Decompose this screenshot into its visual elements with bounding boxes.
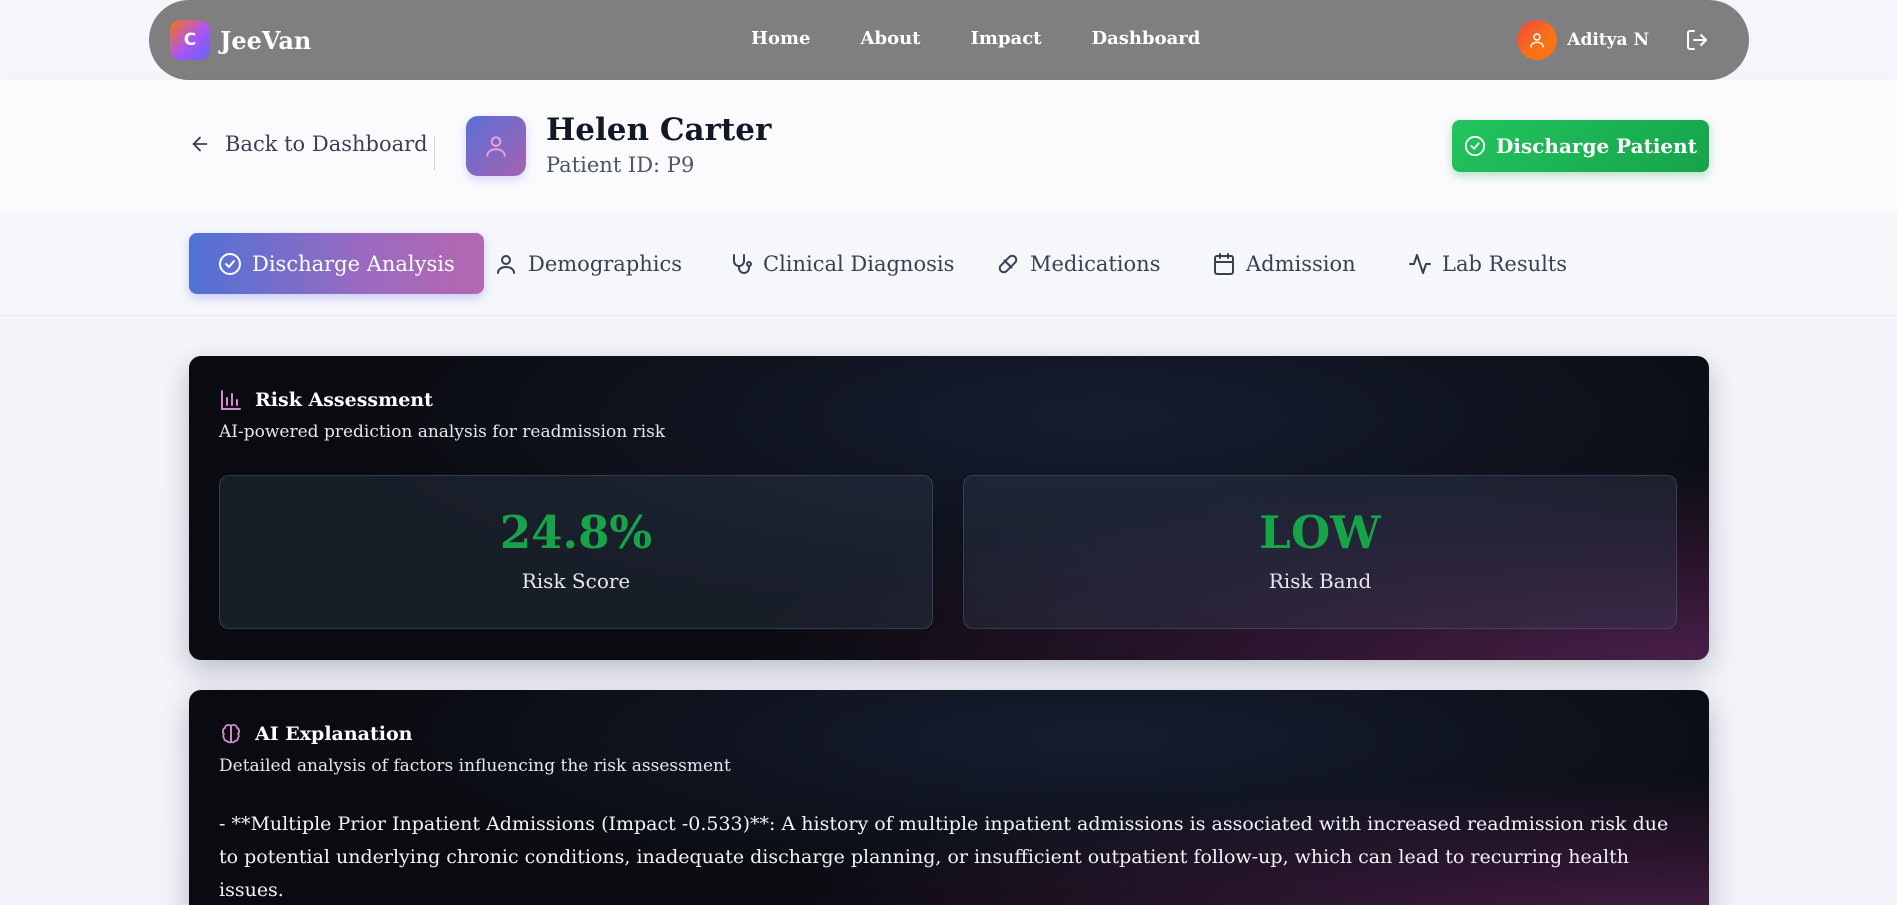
tabs-bar: Discharge Analysis Demographics Clinical… [0, 212, 1897, 316]
risk-band-value: LOW [1259, 506, 1381, 559]
patient-header: Back to Dashboard Helen Carter Patient I… [0, 80, 1897, 212]
check-circle-icon [1464, 135, 1486, 157]
activity-icon [1409, 253, 1431, 274]
tab-label: Medications [1030, 251, 1161, 276]
risk-score-tile: 24.8% Risk Score [219, 475, 933, 629]
card-title-text: AI Explanation [255, 723, 413, 745]
user-menu[interactable]: Aditya N [1517, 20, 1649, 60]
discharge-label: Discharge Patient [1496, 134, 1697, 158]
nav-link-dashboard[interactable]: Dashboard [1091, 28, 1200, 49]
patient-name: Helen Carter [546, 112, 772, 148]
risk-score-label: Risk Score [521, 569, 631, 593]
tab-label: Discharge Analysis [252, 251, 455, 276]
avatar [1517, 20, 1558, 60]
tab-discharge-analysis[interactable]: Discharge Analysis [189, 233, 484, 294]
ai-explanation-card: AI Explanation Detailed analysis of fact… [189, 690, 1709, 905]
back-label: Back to Dashboard [225, 132, 428, 156]
calendar-icon [1214, 252, 1234, 275]
brand-logo: C [170, 20, 210, 60]
brain-icon [222, 724, 240, 744]
nav-link-about[interactable]: About [861, 28, 921, 49]
risk-assessment-card: Risk Assessment AI-powered prediction an… [189, 356, 1709, 660]
nav-link-home[interactable]: Home [751, 28, 811, 49]
tab-label: Admission [1246, 251, 1356, 276]
patient-id: Patient ID: P9 [546, 153, 695, 177]
bar-chart-icon [221, 390, 241, 410]
stethoscope-icon [733, 253, 752, 274]
card-title-text: Risk Assessment [255, 389, 433, 411]
logout-icon[interactable] [1685, 28, 1709, 52]
tab-medications[interactable]: Medications [996, 233, 1160, 294]
ai-explanation-title: AI Explanation [219, 722, 412, 746]
nav-links: Home About Impact Dashboard [751, 28, 1250, 49]
user-icon [497, 254, 515, 274]
tab-demographics[interactable]: Demographics [494, 233, 682, 294]
divider [434, 136, 435, 170]
check-circle-icon [219, 252, 241, 275]
brand-name: JeeVan [220, 25, 312, 55]
risk-band-tile: LOW Risk Band [963, 475, 1677, 629]
arrow-left-icon [192, 136, 208, 152]
risk-band-label: Risk Band [1268, 569, 1372, 593]
discharge-patient-button[interactable]: Discharge Patient [1452, 120, 1709, 172]
user-icon [1530, 33, 1544, 48]
top-nav: C JeeVan Home About Impact Dashboard Adi… [149, 0, 1749, 80]
patient-avatar [466, 116, 526, 176]
tab-clinical-diagnosis[interactable]: Clinical Diagnosis [729, 233, 954, 294]
pill-icon [998, 254, 1018, 273]
risk-assessment-subtitle: AI-powered prediction analysis for readm… [219, 422, 666, 442]
user-icon [486, 136, 506, 157]
tab-admission[interactable]: Admission [1212, 233, 1356, 294]
tab-label: Lab Results [1442, 251, 1568, 276]
nav-link-impact[interactable]: Impact [970, 28, 1041, 49]
ai-explanation-subtitle: Detailed analysis of factors influencing… [219, 756, 731, 776]
risk-assessment-title: Risk Assessment [219, 388, 433, 412]
brand[interactable]: C JeeVan [170, 20, 311, 60]
risk-score-value: 24.8% [499, 506, 653, 559]
tab-label: Demographics [528, 251, 683, 276]
user-name: Aditya N [1567, 30, 1649, 50]
tab-lab-results[interactable]: Lab Results [1408, 233, 1567, 294]
tab-label: Clinical Diagnosis [763, 251, 955, 276]
back-to-dashboard-link[interactable]: Back to Dashboard [189, 132, 428, 156]
explanation-text: - **Multiple Prior Inpatient Admissions … [219, 813, 1669, 901]
